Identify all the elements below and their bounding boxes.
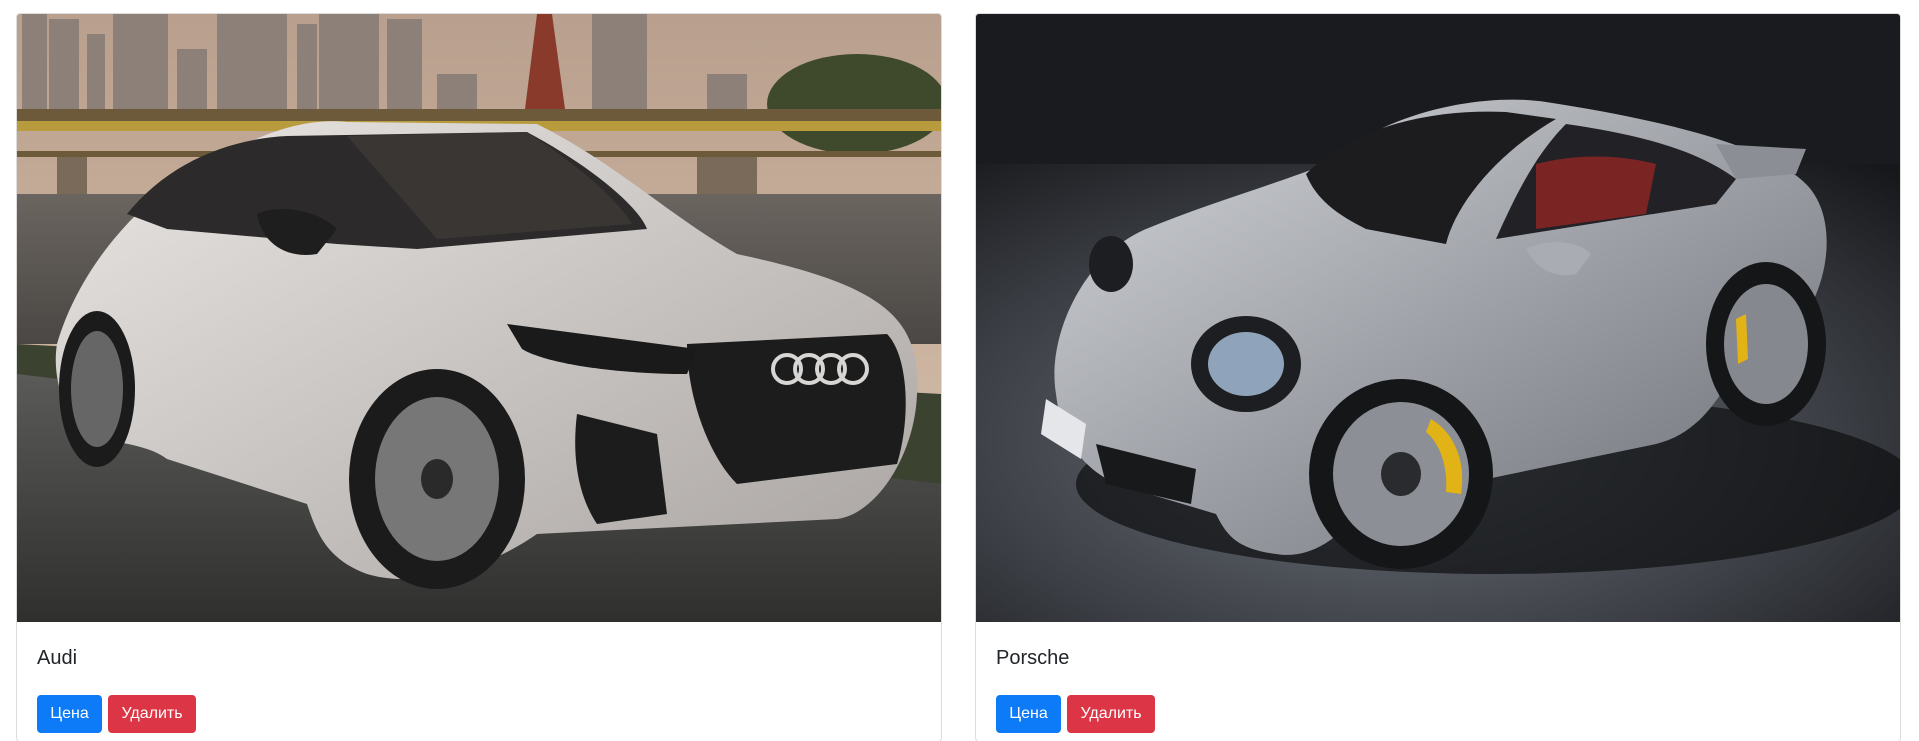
- car-card-porsche: Porsche Цена Удалить: [975, 13, 1901, 741]
- delete-button[interactable]: Удалить: [108, 695, 196, 733]
- car-title: Porsche: [996, 647, 1070, 669]
- car-list-page: Audi Цена Удалить Porsche Цена Удалить: [0, 0, 1919, 741]
- card-body: Porsche Цена Удалить: [976, 622, 1900, 740]
- car-image-audi: [17, 14, 941, 622]
- car-title: Audi: [37, 647, 78, 669]
- car-image-porsche: [976, 14, 1900, 622]
- car-card-audi: Audi Цена Удалить: [16, 13, 942, 741]
- delete-button[interactable]: Удалить: [1067, 695, 1155, 733]
- card-body: Audi Цена Удалить: [17, 622, 941, 740]
- price-button[interactable]: Цена: [996, 695, 1061, 733]
- price-button[interactable]: Цена: [37, 695, 102, 733]
